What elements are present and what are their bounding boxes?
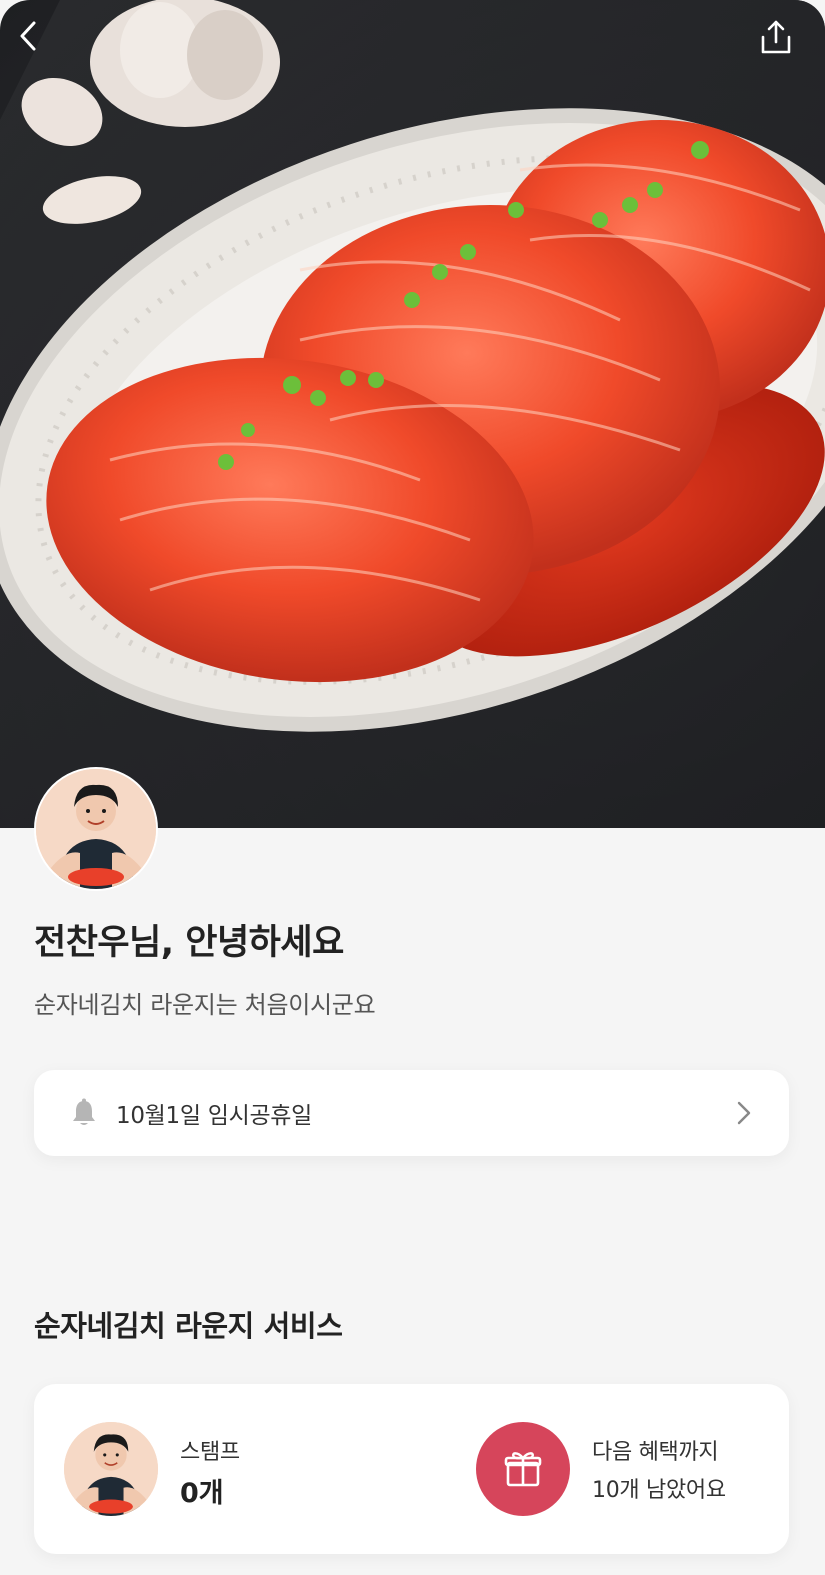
stamp-label: 스탬프 bbox=[180, 1440, 240, 1465]
share-icon bbox=[761, 20, 791, 54]
chevron-right-icon bbox=[737, 1101, 751, 1125]
hero-image bbox=[0, 0, 825, 828]
next-benefit-line2: 10개 남았어요 bbox=[592, 1478, 726, 1503]
back-button[interactable] bbox=[18, 20, 64, 66]
gift-button[interactable] bbox=[476, 1422, 570, 1516]
bell-icon bbox=[73, 1098, 95, 1125]
notice-text: 10월1일 임시공휴일 bbox=[116, 1103, 313, 1129]
app-screen: 전찬우님, 안녕하세요 순자네김치 라운지는 처음이시군요 10월1일 임시공휴… bbox=[0, 0, 825, 1575]
stamp-count: 0개 bbox=[180, 1478, 224, 1509]
next-benefit-line1: 다음 혜택까지 bbox=[592, 1440, 719, 1465]
store-owner-avatar bbox=[34, 767, 158, 891]
gift-icon bbox=[504, 1452, 542, 1487]
kimchi-platter-illustration bbox=[0, 0, 825, 828]
services-title: 순자네김치 라운지 서비스 bbox=[34, 1309, 343, 1343]
greeting-subtext: 순자네김치 라운지는 처음이시군요 bbox=[34, 991, 376, 1019]
notice-card[interactable]: 10월1일 임시공휴일 bbox=[34, 1070, 789, 1156]
chevron-left-icon bbox=[20, 21, 36, 51]
greeting-title: 전찬우님, 안녕하세요 bbox=[34, 923, 344, 963]
stamp-card[interactable]: 스탬프 0개 다음 혜택까지 10개 남았어요 bbox=[34, 1384, 789, 1554]
stamp-avatar bbox=[64, 1422, 158, 1516]
share-button[interactable] bbox=[759, 20, 805, 66]
